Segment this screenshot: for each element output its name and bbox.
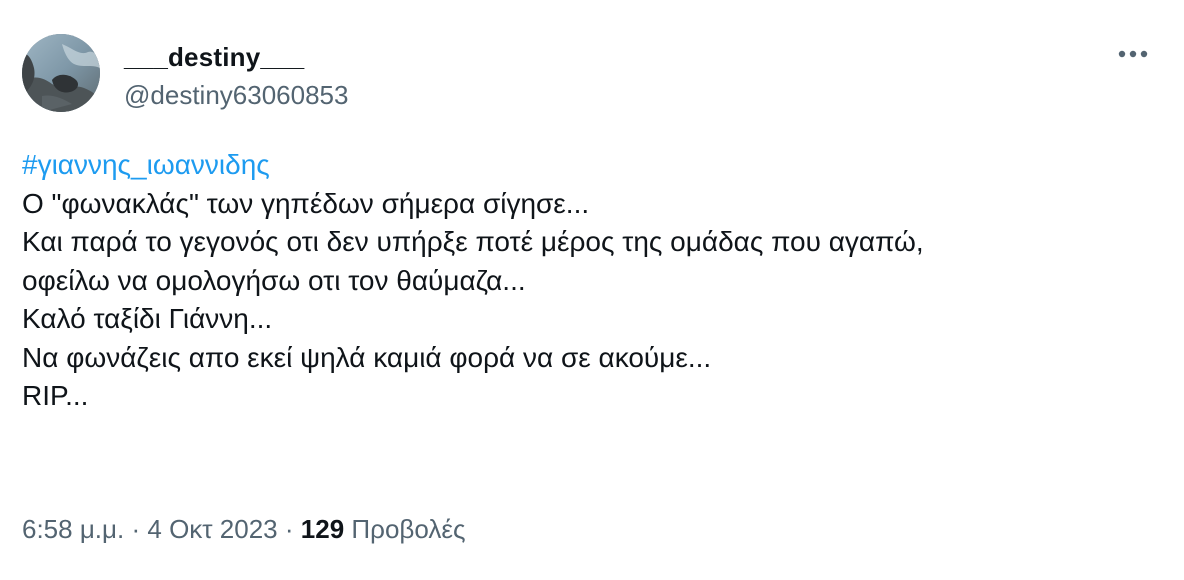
user-handle[interactable]: @destiny63060853 <box>124 80 348 111</box>
tweet-time[interactable]: 6:58 μ.μ. <box>22 514 124 544</box>
avatar[interactable] <box>22 34 100 112</box>
views-label: Προβολές <box>351 514 466 544</box>
tweet-line: Και παρά το γεγονός οτι δεν υπήρξε ποτέ … <box>22 226 924 257</box>
views-count: 129 <box>300 514 345 544</box>
tweet-meta: 6:58 μ.μ. · 4 Οκτ 2023 · 129 Προβολές <box>22 514 465 545</box>
tweet-line: Καλό ταξίδι Γιάννη... <box>22 303 273 334</box>
tweet-line: Ο "φωνακλάς" των γηπέδων σήμερα σίγησε..… <box>22 187 590 219</box>
hashtag-link[interactable]: #γιαννης_ιωαννιδης <box>22 149 270 180</box>
tweet-line: Να φωνάζεις απο εκεί ψηλά καμιά φορά να … <box>22 341 712 373</box>
tweet: ___destiny___ @destiny63060853 #γιαννης_… <box>0 0 1184 580</box>
tweet-text: #γιαννης_ιωαννιδης Ο "φωνακλάς" των γηπέ… <box>22 146 1162 416</box>
tweet-line: RIP... <box>22 380 89 411</box>
more-horizontal-icon[interactable] <box>1116 40 1150 68</box>
tweet-date[interactable]: 4 Οκτ 2023 <box>147 514 277 544</box>
avatar-image <box>22 34 100 112</box>
display-name[interactable]: ___destiny___ <box>124 42 304 73</box>
separator: · <box>131 514 141 544</box>
tweet-line: οφείλω να ομολογήσω οτι τον θαύμαζα... <box>22 264 526 296</box>
separator: · <box>284 514 294 544</box>
